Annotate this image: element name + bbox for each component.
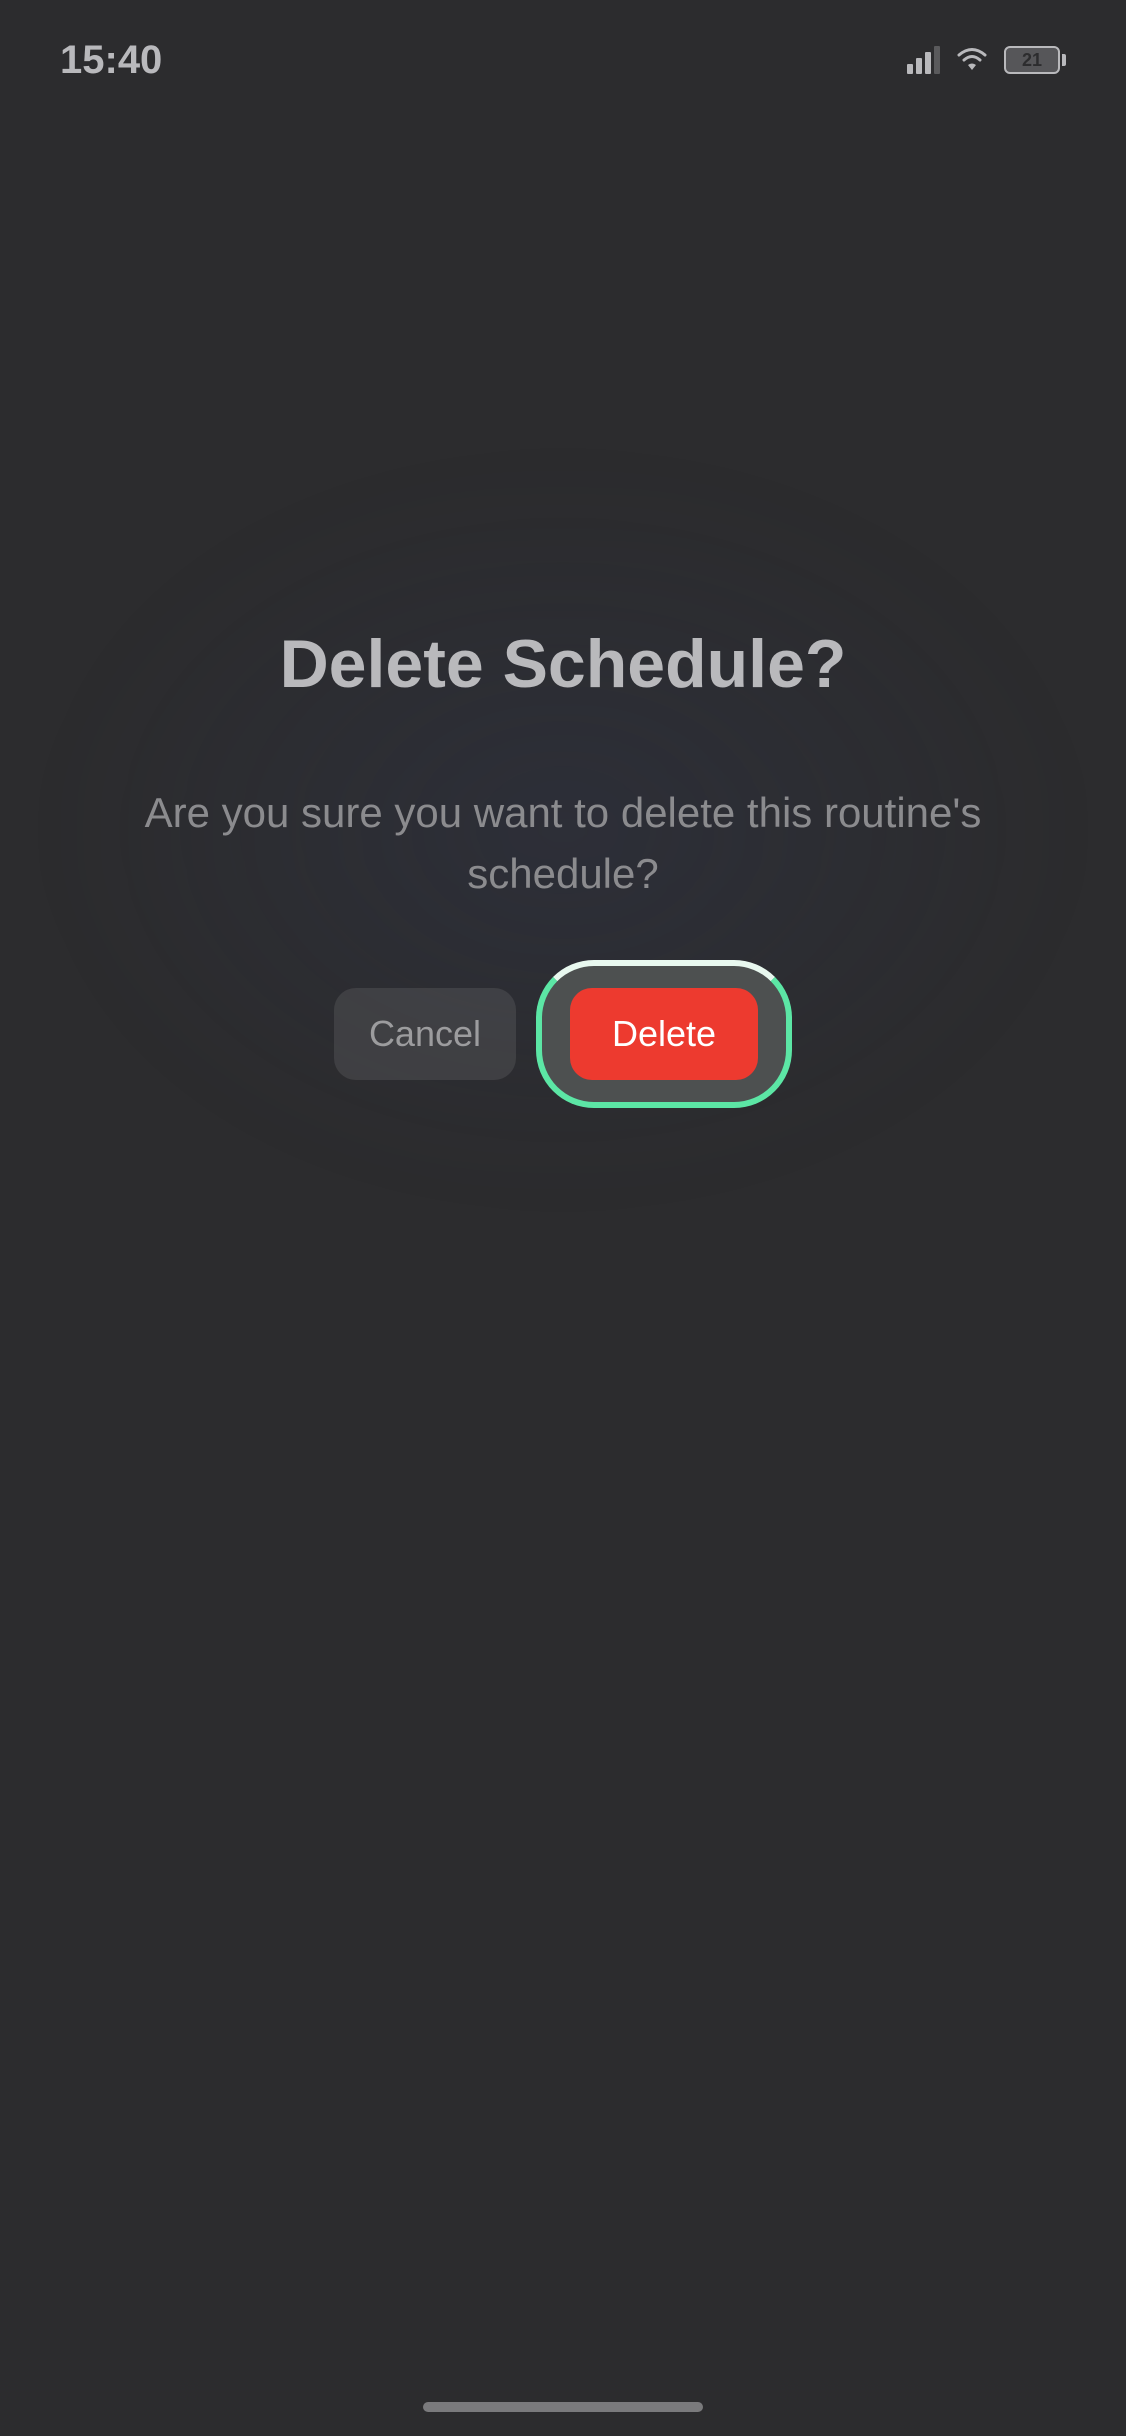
wifi-icon	[954, 46, 990, 74]
cellular-signal-icon	[907, 46, 940, 74]
status-bar: 15:40 21	[0, 0, 1126, 120]
cancel-button[interactable]: Cancel	[334, 988, 516, 1080]
status-time: 15:40	[60, 38, 162, 83]
dialog-title: Delete Schedule?	[0, 625, 1126, 703]
confirmation-dialog: Delete Schedule? Are you sure you want t…	[0, 625, 1126, 1108]
delete-button[interactable]: Delete	[570, 988, 758, 1080]
status-indicators: 21	[907, 46, 1066, 74]
delete-button-highlight: Delete	[536, 960, 792, 1108]
battery-percent-text: 21	[1022, 50, 1042, 71]
battery-icon: 21	[1004, 46, 1066, 74]
home-indicator[interactable]	[423, 2402, 703, 2412]
dialog-message: Are you sure you want to delete this rou…	[113, 783, 1013, 905]
dialog-button-row: Cancel Delete	[0, 960, 1126, 1108]
